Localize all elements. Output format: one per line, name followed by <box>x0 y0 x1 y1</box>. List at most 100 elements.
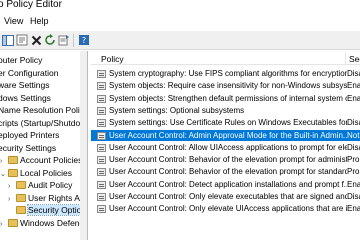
show-hide-tree-icon <box>2 34 14 46</box>
tree-item[interactable]: ware Settings <box>0 79 50 91</box>
table-row[interactable]: User Account Control: Allow UIAccess app… <box>91 142 360 153</box>
tree-item[interactable]: er Configuration <box>0 67 58 79</box>
tree-item-label: er Configuration <box>0 67 59 78</box>
security-setting: Ena <box>347 179 360 189</box>
tree-item-label: Audit Policy <box>28 180 73 190</box>
policy-setting-icon <box>97 168 106 177</box>
folder-icon <box>8 168 18 177</box>
expand-arrow-icon[interactable]: › <box>0 219 8 231</box>
refresh-button[interactable] <box>43 33 57 47</box>
tree-item[interactable]: ⌄ Local Policies <box>0 167 72 179</box>
tree-item-label: ecurity Settings <box>0 142 57 153</box>
policy-name: System objects: Strengthen default permi… <box>109 93 347 103</box>
table-row[interactable]: System objects: Strengthen default permi… <box>91 93 360 104</box>
folder-icon <box>8 156 18 164</box>
security-setting: Pro <box>347 155 360 165</box>
window-title-bar: o Policy Editor <box>0 0 360 12</box>
column-header-policy[interactable]: Policy <box>101 54 124 64</box>
folder-icon <box>8 218 18 227</box>
table-row[interactable]: System cryptography: Use FIPS compliant … <box>91 68 360 79</box>
policy-name: User Account Control: Only elevate execu… <box>109 192 347 201</box>
policy-name: User Account Control: Only elevate UIAcc… <box>109 204 347 214</box>
table-row[interactable]: System settings: Use Certificate Rules o… <box>91 117 360 128</box>
policy-name: User Account Control: Behavior of the el… <box>109 167 347 177</box>
collapse-arrow-icon[interactable]: ⌄ <box>0 169 8 181</box>
tree-item[interactable]: › Audit Policy <box>8 179 72 191</box>
security-setting: Ena <box>347 93 360 103</box>
policy-list: Policy Sec System cryptography: Use FIPS… <box>91 51 360 240</box>
tree-item-label: Name Resolution Policy <box>0 105 88 115</box>
table-row[interactable]: User Account Control: Behavior of the el… <box>91 166 360 177</box>
tree-item-label: Windows Defender Fir <box>20 217 87 228</box>
tree-item[interactable]: outer Policy <box>0 54 42 66</box>
tree-item-label: ware Settings <box>0 80 50 90</box>
tree-item-label: Local Policies <box>20 167 72 178</box>
policy-setting-icon <box>97 143 106 152</box>
menu-help[interactable]: Help <box>30 16 49 26</box>
tree-item[interactable]: cripts (Startup/Shutdown <box>0 117 87 129</box>
policy-name: System objects: Require case insensitivi… <box>109 81 347 91</box>
folder-icon <box>16 206 26 214</box>
security-setting: Ena <box>347 81 360 91</box>
tree-item-label: outer Policy <box>0 55 43 65</box>
policy-setting-icon <box>97 82 106 91</box>
table-row[interactable]: User Account Control: Admin Approval Mod… <box>91 129 360 141</box>
navigation-tree: outer Policy er Configuration ware Setting… <box>0 51 88 240</box>
policy-setting-icon <box>97 106 106 115</box>
list-header: Policy Sec <box>91 51 360 65</box>
tree-item-label: User Rights Assign <box>28 192 87 203</box>
properties-icon <box>16 34 28 46</box>
properties-button[interactable] <box>15 33 29 47</box>
policy-name: System settings: Use Certificate Rules o… <box>109 118 347 128</box>
policy-setting-icon <box>97 70 106 78</box>
tree-item[interactable]: eployed Printers <box>0 129 59 141</box>
policy-name: System cryptography: Use FIPS compliant … <box>109 69 347 78</box>
security-setting: Ena <box>347 204 360 214</box>
tree-item[interactable]: ›User Rights Assign <box>8 192 87 204</box>
security-setting: Disa <box>347 118 360 128</box>
tree-item[interactable]: Security Options <box>8 204 87 216</box>
policy-setting-icon <box>97 180 106 189</box>
policy-setting-icon <box>97 94 106 103</box>
show-hide-tree-button[interactable] <box>1 33 15 47</box>
refresh-icon <box>45 34 55 45</box>
tree-item[interactable]: ecurity Settings <box>0 142 56 154</box>
toolbar: ? <box>0 31 360 50</box>
table-row[interactable]: User Account Control: Detect application… <box>91 179 360 190</box>
help-button[interactable]: ? <box>77 33 91 47</box>
policy-setting-icon <box>97 205 106 214</box>
tree-item-label: Account Policies <box>20 155 83 165</box>
tree-item[interactable]: dows Settings <box>0 92 51 104</box>
export-list-button[interactable] <box>57 33 71 47</box>
table-row[interactable]: System objects: Require case insensitivi… <box>91 80 360 91</box>
security-setting: Disa <box>347 69 360 78</box>
policy-name: User Account Control: Detect application… <box>109 179 347 189</box>
tree-scrollbar[interactable] <box>80 51 87 240</box>
policy-name: System settings: Optional subsystems <box>109 105 245 115</box>
export-list-icon <box>58 35 69 46</box>
table-row[interactable]: User Account Control: Only elevate execu… <box>91 191 360 202</box>
svg-text:?: ? <box>82 36 86 45</box>
tree-item-label: eployed Printers <box>0 130 60 140</box>
tree-item[interactable]: › Account Policies <box>0 154 82 166</box>
policy-setting-icon <box>97 156 106 165</box>
tree-item[interactable]: Name Resolution Policy <box>0 104 88 116</box>
security-setting: Disa <box>347 192 360 201</box>
help-icon: ? <box>79 35 89 45</box>
policy-name: User Account Control: Behavior of the el… <box>109 155 347 165</box>
policy-setting-icon <box>97 131 106 140</box>
tree-item-label: Security Options <box>26 204 87 216</box>
table-row[interactable]: User Account Control: Only elevate UIAcc… <box>91 203 360 214</box>
policy-name: User Account Control: Admin Approval Mod… <box>109 130 347 140</box>
table-row[interactable]: System settings: Optional subsystems <box>91 105 360 116</box>
security-setting: Disa <box>347 142 360 152</box>
column-header-security[interactable]: Sec <box>349 54 360 64</box>
column-divider[interactable] <box>345 52 346 64</box>
menu-view[interactable]: View <box>4 16 23 26</box>
table-row[interactable]: User Account Control: Behavior of the el… <box>91 154 360 165</box>
delete-button[interactable] <box>29 33 43 47</box>
policy-setting-icon <box>97 119 106 128</box>
security-setting: Not <box>347 130 360 140</box>
toolbar-separator <box>73 34 74 47</box>
tree-item[interactable]: › Windows Defender Fir <box>0 217 87 231</box>
